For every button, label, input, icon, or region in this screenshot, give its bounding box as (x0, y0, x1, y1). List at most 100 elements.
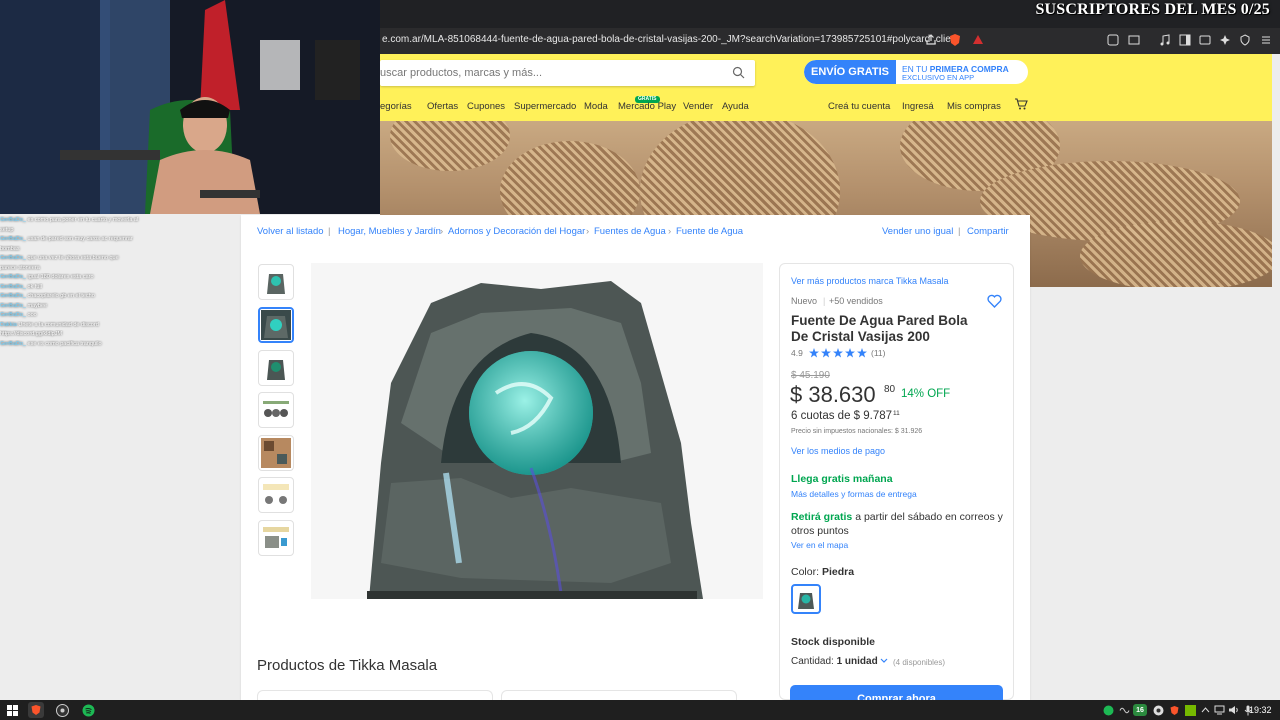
nav-supermarket[interactable]: Supermercado (514, 101, 576, 112)
product-title: Fuente De Agua Pared Bola De Cristal Vas… (791, 313, 968, 344)
nav-fashion[interactable]: Moda (584, 101, 608, 112)
nav-create-account[interactable]: Creá tu cuenta (828, 101, 890, 112)
thumbnail[interactable] (258, 264, 294, 300)
tax-note: Precio sin impuestos nacionales: $ 31.92… (791, 428, 923, 435)
breadcrumb-item[interactable]: Hogar, Muebles y Jardín (338, 226, 441, 237)
map-link[interactable]: Ver en el mapa (791, 540, 848, 550)
review-count[interactable]: (11) (871, 348, 886, 358)
cart-icon[interactable] (1014, 98, 1028, 110)
webcam-overlay (0, 0, 380, 214)
nav-login[interactable]: Ingresá (902, 101, 934, 112)
breadcrumb-item[interactable]: Fuente de Agua (676, 226, 743, 237)
thumbnail[interactable] (258, 435, 294, 471)
color-label: Color: Piedra (791, 566, 855, 578)
sidebar-icon[interactable] (1177, 32, 1193, 48)
pickup-info: Retirá gratis a partir del sábado en cor… (791, 511, 1003, 537)
brave-rewards-icon[interactable] (970, 32, 986, 48)
obs-icon[interactable] (54, 702, 70, 718)
brave-shield-icon[interactable] (947, 32, 963, 48)
sold-count: +50 vendidos (829, 296, 883, 306)
star-icon (833, 348, 843, 358)
breadcrumb-item[interactable]: Adornos y Decoración del Hogar (448, 226, 585, 237)
nav-mercado-play[interactable]: Mercado Play (618, 101, 676, 112)
screenshot-icon[interactable] (1126, 32, 1142, 48)
nav-help[interactable]: Ayuda (722, 101, 749, 112)
breadcrumb-chevron-icon: › (586, 226, 590, 237)
thumbnail-selected[interactable] (258, 307, 294, 343)
wallet-icon[interactable] (1197, 32, 1213, 48)
nav-offers[interactable]: Ofertas (427, 101, 458, 112)
share-link[interactable]: Compartir (967, 226, 1009, 237)
section-title: Productos de Tikka Masala (257, 657, 438, 674)
chat-line: GerBaDo_ usan de pared son muy caros ac … (0, 236, 133, 242)
favorite-heart-icon[interactable] (987, 294, 1002, 308)
quantity-selector[interactable]: Cantidad: 1 unidad (791, 656, 878, 667)
vpn-icon[interactable] (1237, 32, 1253, 48)
url-text[interactable]: e.com.ar/MLA-851068444-fuente-de-agua-pa… (382, 34, 959, 45)
chat-line: https://discord.gg/kldlpJM (0, 331, 63, 337)
nvidia-tray-icon[interactable] (1182, 702, 1198, 718)
rating-value: 4.9 (791, 348, 803, 358)
color-swatch-piedra[interactable] (791, 584, 821, 614)
nav-sell[interactable]: Vender (683, 101, 713, 112)
windows-start-icon[interactable] (4, 702, 20, 718)
product-card-preview[interactable] (501, 690, 737, 700)
sell-same-link[interactable]: Vender uno igual (882, 226, 953, 237)
brave-tray-icon[interactable] (1166, 702, 1182, 718)
free-shipping-promo[interactable]: ENVÍO GRATIS EN TU PRIMERA COMPRA EXCLUS… (804, 60, 1028, 84)
chat-line: GerBaDo_ ok full (0, 283, 42, 290)
menu-icon[interactable] (1258, 32, 1274, 48)
brave-browser-icon[interactable] (28, 702, 44, 718)
shipping-details-link[interactable]: Más detalles y formas de entrega (791, 489, 917, 499)
share-icon[interactable] (923, 32, 939, 48)
breadcrumb-divider: | (958, 226, 961, 237)
extensions-icon[interactable] (1105, 32, 1121, 48)
nav-coupons[interactable]: Cupones (467, 101, 505, 112)
thumbnail[interactable] (258, 477, 294, 513)
leo-ai-icon[interactable] (1217, 32, 1233, 48)
thumbnail[interactable] (258, 392, 294, 428)
promo-right-line-2: EXCLUSIVO EN APP (902, 73, 975, 82)
chat-line: GerBaDo_ ooo (0, 312, 37, 318)
stream-chat: GerBaDo_ es como para poner en tu cuarto… (0, 216, 240, 349)
shipping-info: Llega gratis mañana (791, 473, 893, 485)
product-main-image[interactable] (311, 263, 763, 599)
search-bar[interactable] (380, 60, 755, 86)
thumbnail[interactable] (258, 350, 294, 386)
thumbnail[interactable] (258, 520, 294, 556)
stream-overlay-title: SUSCRIPTORES DEL MES 0/25 (1035, 1, 1270, 18)
windows-taskbar (0, 700, 1280, 720)
network-icon[interactable] (1211, 702, 1227, 718)
chat-line: GerBaDo_ que una vez te ahora esta bueno… (0, 255, 119, 261)
price-cents: 80 (884, 384, 896, 395)
breadcrumb-item[interactable]: Fuentes de Agua (594, 226, 666, 237)
star-icon (857, 348, 867, 358)
spotify-icon[interactable] (80, 702, 96, 718)
chat-line: GerBaDo_ chacoplarelo gb en el techo (0, 293, 95, 299)
product-card-preview[interactable] (257, 690, 493, 700)
star-icon (845, 348, 855, 358)
search-icon[interactable] (732, 66, 745, 79)
breadcrumb-chevron-icon: › (668, 226, 672, 237)
nav-my-purchases[interactable]: Mis compras (947, 101, 1001, 112)
spotify-tray-icon[interactable] (1100, 702, 1116, 718)
promo-left-text: ENVÍO GRATIS (804, 60, 896, 84)
clock[interactable]: 19:32 (1249, 705, 1272, 715)
discount-badge: 14% OFF (901, 388, 951, 400)
stock-status: Stock disponible (791, 636, 876, 648)
audio-tray-icon[interactable] (1116, 702, 1132, 718)
chat-line: Dakkia Unete a la comunidad de discord (0, 321, 99, 328)
search-input[interactable] (380, 60, 720, 86)
music-icon[interactable] (1157, 32, 1173, 48)
installments: 6 cuotas de $ 9.787 (791, 410, 893, 422)
brand-link[interactable]: Ver más productos marca Tikka Masala (791, 276, 949, 286)
back-to-list-link[interactable]: Volver al listado (257, 226, 324, 237)
nav-categories[interactable]: egorías (380, 101, 412, 112)
available-count: (4 disponibles) (893, 658, 946, 667)
chat-line: GerBaDo_ maybee (0, 302, 48, 309)
payment-methods-link[interactable]: Ver los medios de pago (791, 446, 885, 456)
chevron-down-icon[interactable] (880, 658, 888, 664)
breadcrumb-divider: | (328, 226, 331, 237)
steam-tray-icon[interactable] (1150, 702, 1166, 718)
tray-badge[interactable]: 16 (1133, 704, 1147, 716)
